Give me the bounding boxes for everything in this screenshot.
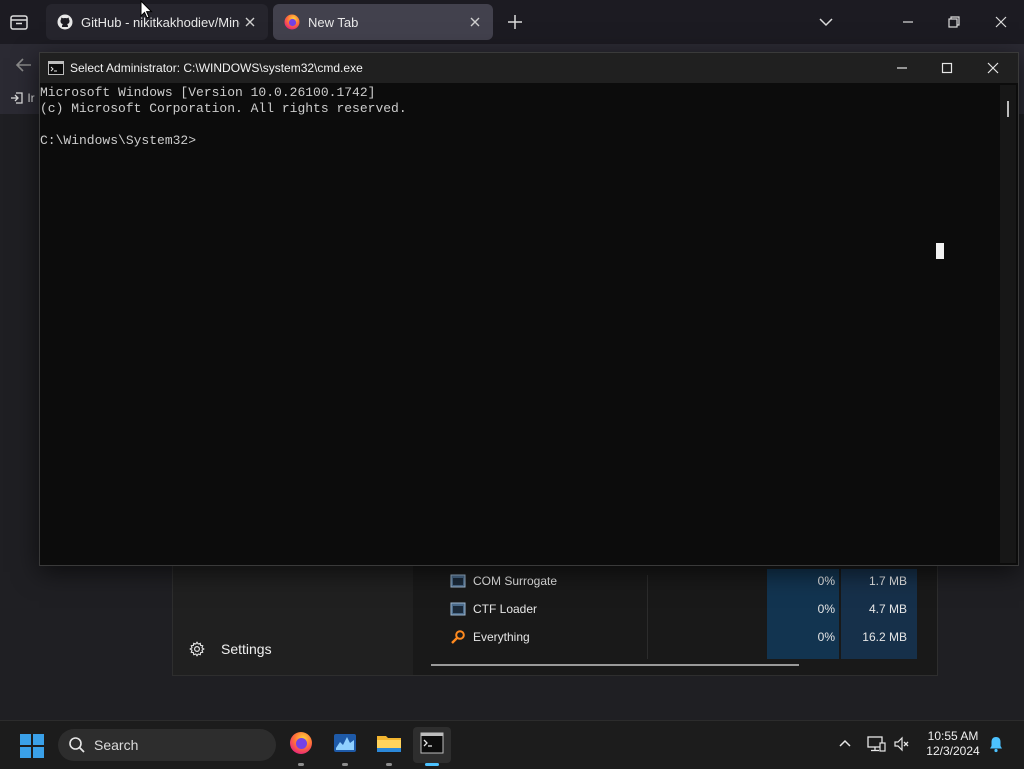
task-manager-window: Settings COM Surrogate 0% 1.7 MB CTF Loa… [172,560,938,676]
minimize-icon[interactable] [898,12,918,32]
import-label: Ir [27,90,35,105]
table-row[interactable]: Everything 0% 16.2 MB [413,624,937,650]
table-row[interactable]: COM Surrogate 0% 1.7 MB [413,568,937,594]
firefox-icon [289,731,313,760]
gear-icon [189,641,205,657]
chevron-up-icon[interactable] [836,735,854,753]
windows-start-icon[interactable] [20,734,44,758]
process-memory: 4.7 MB [868,602,907,616]
tab-github[interactable]: GitHub - nikitkakhodiev/Mine [46,4,268,40]
cmd-window: Select Administrator: C:\WINDOWS\system3… [39,52,1019,566]
restore-icon[interactable] [944,12,964,32]
volume-muted-icon[interactable] [893,735,911,753]
active-indicator [425,763,439,766]
tab-title: New Tab [308,14,359,30]
process-table: COM Surrogate 0% 1.7 MB CTF Loader 0% 4.… [413,561,937,675]
github-icon [57,14,73,30]
clock-date: 12/3/2024 [926,744,980,758]
text-cursor [936,243,944,259]
tab-new-tab[interactable]: New Tab [273,4,493,40]
taskbar-app-firefox[interactable] [282,727,320,766]
tab-close-icon[interactable] [240,12,260,32]
process-cpu: 0% [817,602,835,616]
horizontal-scrollbar[interactable] [431,664,799,666]
search-placeholder: Search [94,737,139,753]
process-name: COM Surrogate [473,574,558,588]
process-name: CTF Loader [473,602,538,616]
scrollbar-thumb[interactable] [1007,101,1009,117]
tab-title: GitHub - nikitkakhodiev/Mine [81,14,240,30]
process-name: Everything [473,630,530,644]
cmd-icon [48,61,64,75]
running-indicator [298,763,304,766]
magnifier-icon [450,630,466,644]
firefox-icon [284,14,300,30]
tab-list-icon[interactable] [8,11,30,33]
task-manager-icon [333,731,357,760]
chevron-down-icon[interactable] [816,12,836,32]
process-window-icon [450,602,466,616]
process-cpu: 0% [817,630,835,644]
taskbar: Search 10:55 AM 12/3/2024 [0,720,1024,769]
back-arrow-icon[interactable] [14,56,34,74]
network-icon[interactable] [866,735,886,753]
taskbar-app-file-explorer[interactable] [370,727,408,766]
process-memory: 1.7 MB [868,574,907,588]
table-row[interactable]: CTF Loader 0% 4.7 MB [413,596,937,622]
close-icon[interactable] [984,59,1002,77]
vertical-scrollbar[interactable] [1000,85,1016,563]
running-indicator [386,763,392,766]
search-icon [68,736,86,754]
running-indicator [342,763,348,766]
task-manager-sidebar: Settings [173,561,413,675]
process-cpu: 0% [817,574,835,588]
tab-close-icon[interactable] [465,12,485,32]
close-icon[interactable] [991,12,1011,32]
settings-label: Settings [221,641,272,657]
console-output[interactable]: Microsoft Windows [Version 10.0.26100.17… [40,85,998,563]
system-clock[interactable]: 10:55 AM 12/3/2024 [918,729,988,759]
minimize-icon[interactable] [893,59,911,77]
import-bookmarks-button[interactable]: Ir [10,90,40,108]
clock-time: 10:55 AM [927,729,979,743]
console-line: Microsoft Windows [Version 10.0.26100.17… [40,85,376,100]
cmd-window-title: Select Administrator: C:\WINDOWS\system3… [70,61,363,75]
taskbar-app-terminal[interactable] [413,727,451,766]
settings-nav-item[interactable]: Settings [189,641,272,657]
maximize-icon[interactable] [938,59,956,77]
mouse-pointer-icon [140,0,154,20]
terminal-icon [420,732,444,759]
console-prompt: C:\Windows\System32> [40,133,197,148]
console-line: (c) Microsoft Corporation. All rights re… [40,101,407,116]
file-explorer-icon [376,731,402,760]
taskbar-app-task-manager[interactable] [326,727,364,766]
taskbar-search-box[interactable]: Search [58,729,276,761]
process-memory: 16.2 MB [862,630,907,644]
process-window-icon [450,574,466,588]
cmd-title-bar[interactable]: Select Administrator: C:\WINDOWS\system3… [40,53,1018,83]
console-line: ​ [40,117,998,133]
new-tab-plus-icon[interactable] [505,12,525,32]
notification-bell-icon[interactable] [988,735,1004,753]
